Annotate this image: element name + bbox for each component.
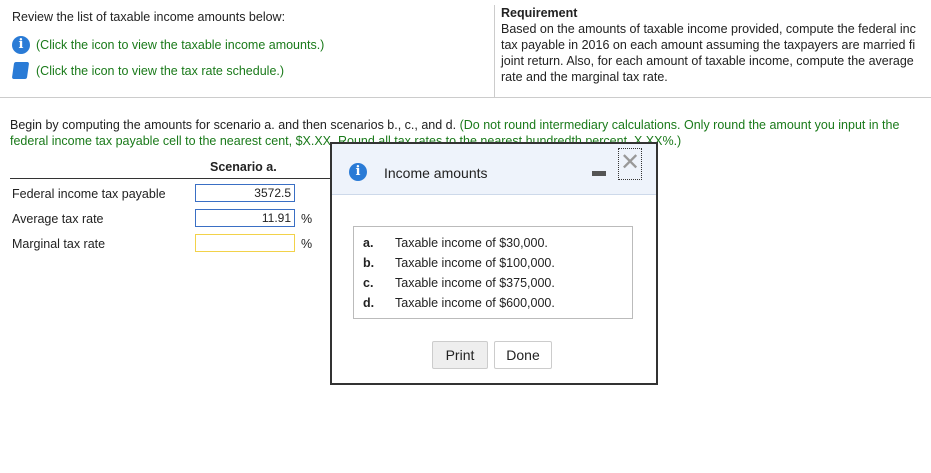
done-button[interactable]: Done [494,341,552,369]
row-label: Marginal tax rate [12,237,106,251]
row-label: Federal income tax payable [12,187,166,201]
percent-sign: % [301,237,313,251]
percent-sign: % [301,212,313,226]
marginal-rate-input[interactable] [195,234,295,252]
info-icon: i [349,163,367,181]
list-item: c. Taxable income of $375,000. [363,276,555,290]
info-icon[interactable]: i [12,36,30,54]
income-amounts-link[interactable]: (Click the icon to view the taxable inco… [36,38,324,52]
scenario-header: Scenario a. [210,160,277,174]
requirement-line: tax payable in 2016 on each amount assum… [501,38,916,52]
row-label: Average tax rate [12,212,104,226]
income-amounts-dialog: i Income amounts ✕ a. Taxable income of $… [330,142,658,385]
requirement-panel: Requirement Based on the amounts of taxa… [494,5,931,97]
book-icon[interactable] [11,62,30,79]
print-button[interactable]: Print [432,341,488,369]
dialog-title: Income amounts [384,165,488,181]
instructions-note: (Do not round intermediary calculations.… [459,118,900,132]
average-rate-input[interactable]: 11.91 [195,209,295,227]
income-list: a. Taxable income of $30,000. b. Taxable i… [353,226,633,319]
instructions-main: Begin by computing the amounts for scena… [10,118,457,132]
requirement-title: Requirement [501,6,578,20]
tax-schedule-link[interactable]: (Click the icon to view the tax rate sch… [36,64,284,78]
list-item: b. Taxable income of $100,000. [363,256,555,270]
minimize-icon[interactable] [592,171,606,176]
dialog-header[interactable]: i Income amounts ✕ [332,144,656,195]
requirement-line: rate and the marginal tax rate. [501,70,668,84]
list-item: a. Taxable income of $30,000. [363,236,548,250]
header-rule [10,178,330,179]
review-prompt: Review the list of taxable income amount… [12,10,286,24]
list-item: d. Taxable income of $600,000. [363,296,555,310]
requirement-line: Based on the amounts of taxable income p… [501,22,916,36]
federal-tax-input[interactable]: 3572.5 [195,184,295,202]
requirement-line: joint return. Also, for each amount of t… [501,54,914,68]
divider [0,97,931,98]
close-icon[interactable]: ✕ [618,148,642,180]
